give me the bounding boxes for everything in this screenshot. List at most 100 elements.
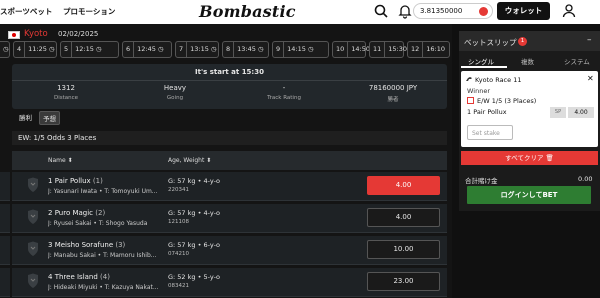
bettype-forecast-tab[interactable]: 予想 bbox=[39, 111, 60, 125]
row-edge bbox=[0, 172, 10, 201]
race-tab-5[interactable]: 5 12:15 ◷ bbox=[60, 41, 119, 58]
race-tabs: ◷ 4 11:25 ◷ 5 12:15 ◷ 6 12:45 ◷ 7 13:15 ◷ 81… bbox=[0, 41, 452, 58]
login-to-bet-button[interactable]: ログインしてBET bbox=[467, 186, 591, 204]
each-way-checkbox[interactable]: E/W 1/5 (3 Places) bbox=[467, 97, 536, 105]
form-code: 121108 bbox=[168, 219, 189, 225]
clock-icon: ◷ bbox=[48, 45, 55, 53]
race-tab-10[interactable]: 10 14:50 bbox=[332, 41, 370, 58]
search-icon[interactable] bbox=[373, 3, 389, 19]
nav-sports-bet[interactable]: スポーツベット bbox=[0, 6, 52, 17]
silks-icon bbox=[28, 241, 38, 256]
horse-name: 1 Pair Pollux (1) bbox=[48, 177, 103, 185]
tab-single[interactable]: シングル bbox=[468, 56, 494, 66]
venue-name[interactable]: Kyoto bbox=[24, 29, 48, 39]
race-tab-12[interactable]: 12 16:10 bbox=[407, 41, 450, 58]
slip-tabs: シングル 複数 システム bbox=[459, 53, 600, 68]
jockey-trainer: J: Yasunari Iwata • T: Tomoyuki Um... bbox=[48, 188, 158, 195]
clock-icon: ◷ bbox=[95, 45, 102, 53]
divider bbox=[12, 80, 447, 81]
horse-racing-icon bbox=[466, 77, 472, 81]
info-track-rating: - Track Rating bbox=[267, 84, 301, 101]
slip-price: 4.00 bbox=[568, 107, 594, 118]
slip-market: Winner bbox=[467, 87, 491, 95]
user-icon[interactable] bbox=[561, 3, 577, 19]
sp-button[interactable]: SP bbox=[550, 107, 566, 118]
jockey-trainer: J: Ryusei Sakai • T: Shogo Yasuda bbox=[48, 220, 148, 227]
bell-icon[interactable] bbox=[397, 3, 413, 19]
odds-button[interactable]: 4.00 bbox=[367, 208, 440, 227]
silks-icon bbox=[28, 177, 38, 192]
table-row[interactable]: 1 Pair Pollux (1) J: Yasunari Iwata • T:… bbox=[12, 172, 447, 201]
clock-icon: ◷ bbox=[307, 45, 314, 53]
silks-icon bbox=[28, 273, 38, 288]
minimize-icon[interactable]: – bbox=[587, 35, 592, 45]
nav-promotions[interactable]: プロモーション bbox=[63, 6, 115, 17]
race-tab-11[interactable]: 11 15:30 bbox=[369, 41, 407, 58]
sort-icon: ⬍ bbox=[67, 157, 73, 164]
venue-date: 02/02/2025 bbox=[58, 30, 99, 38]
bet-slip-title: ベットスリップ bbox=[464, 38, 517, 47]
bet-slip: ベットスリップ 1 – シングル 複数 システム Kyoto Race 11 ✕… bbox=[459, 31, 600, 211]
col-age-header[interactable]: Age, Weight ⬍ bbox=[168, 157, 211, 164]
clear-all-button[interactable]: すべてクリア 🗑 bbox=[461, 151, 598, 165]
logo[interactable]: Bombastic bbox=[199, 2, 296, 21]
race-tab-8[interactable]: 8 13:45 ◷ bbox=[222, 41, 269, 58]
total-stake-label: 合計賭け金 bbox=[465, 177, 498, 185]
slip-selection: 1 Pair Pollux bbox=[467, 108, 507, 116]
trash-icon: 🗑 bbox=[545, 154, 554, 162]
tab-multiple[interactable]: 複数 bbox=[521, 56, 534, 66]
clock-icon: ◷ bbox=[257, 45, 264, 53]
table-row[interactable]: 3 Meisho Sorafune (3) J: Manabu Sakai • … bbox=[12, 236, 447, 265]
stake-input[interactable]: Set stake bbox=[467, 125, 513, 140]
jockey-trainer: J: Manabu Sakai • T: Mamoru Ishib... bbox=[48, 252, 157, 259]
age-weight: G: 57 kg • 6-y-o bbox=[168, 241, 221, 249]
balance-display[interactable]: 3.81350000 bbox=[413, 3, 493, 19]
info-distance: 1312 Distance bbox=[53, 84, 79, 101]
form-code: 083421 bbox=[168, 283, 189, 289]
each-way-terms: EW: 1/5 Odds 3 Places bbox=[12, 131, 447, 145]
tab-system[interactable]: システム bbox=[564, 56, 590, 66]
currency-icon bbox=[479, 7, 488, 16]
clock-icon: ◷ bbox=[3, 45, 9, 53]
row-edge bbox=[0, 268, 10, 297]
total-stake-value: 0.00 bbox=[578, 175, 593, 183]
bet-count-badge: 1 bbox=[518, 37, 527, 46]
clock-icon: ◷ bbox=[157, 45, 164, 53]
table-row[interactable]: 4 Three Island (4) J: Hideaki Miyuki • T… bbox=[12, 268, 447, 297]
age-weight: G: 57 kg • 4-y-o bbox=[168, 209, 221, 217]
checkbox-icon bbox=[467, 97, 474, 104]
odds-button[interactable]: 10.00 bbox=[367, 240, 440, 259]
bettype-win-tab[interactable]: 勝利 bbox=[16, 111, 35, 125]
odds-button[interactable]: 4.00 bbox=[367, 176, 440, 195]
race-tab-4[interactable]: 4 11:25 ◷ bbox=[13, 41, 57, 58]
age-weight: G: 57 kg • 4-y-o bbox=[168, 177, 221, 185]
bet-slip-header[interactable]: ベットスリップ 1 – bbox=[459, 31, 600, 51]
form-code: 074210 bbox=[168, 251, 189, 257]
top-navbar: スポーツベット プロモーション Bombastic 3.81350000 ウォレ… bbox=[0, 0, 600, 24]
close-icon[interactable]: ✕ bbox=[587, 74, 594, 83]
info-going: Heavy Going bbox=[163, 84, 187, 101]
jockey-trainer: J: Hideaki Miyuki • T: Kazuya Nakat... bbox=[48, 284, 159, 291]
col-name-header[interactable]: Name ⬍ bbox=[48, 157, 73, 164]
silks-icon bbox=[28, 209, 38, 224]
odds-button[interactable]: 23.00 bbox=[367, 272, 440, 291]
clock-icon: ◷ bbox=[210, 45, 217, 53]
horse-name: 4 Three Island (4) bbox=[48, 273, 110, 281]
race-tab-3[interactable]: ◷ bbox=[0, 41, 10, 58]
age-weight: G: 52 kg • 5-y-o bbox=[168, 273, 221, 281]
balance-amount: 3.81350000 bbox=[420, 7, 463, 15]
horse-name: 2 Puro Magic (2) bbox=[48, 209, 106, 217]
japan-flag-icon bbox=[8, 31, 20, 39]
sort-icon: ⬍ bbox=[206, 157, 212, 164]
race-info-card: It's start at 15:30 1312 Distance Heavy Go… bbox=[12, 64, 447, 109]
race-tab-9[interactable]: 9 14:15 ◷ bbox=[272, 41, 329, 58]
active-tab-indicator bbox=[461, 66, 507, 68]
race-start-time: It's start at 15:30 bbox=[195, 68, 264, 76]
form-code: 220341 bbox=[168, 187, 189, 193]
race-tab-7[interactable]: 7 13:15 ◷ bbox=[175, 41, 219, 58]
race-tab-6[interactable]: 6 12:45 ◷ bbox=[122, 41, 172, 58]
table-row[interactable]: 2 Puro Magic (2) J: Ryusei Sakai • T: Sh… bbox=[12, 204, 447, 233]
slip-race-name: Kyoto Race 11 bbox=[475, 76, 522, 84]
row-edge bbox=[0, 236, 10, 265]
wallet-button[interactable]: ウォレット bbox=[497, 2, 550, 20]
